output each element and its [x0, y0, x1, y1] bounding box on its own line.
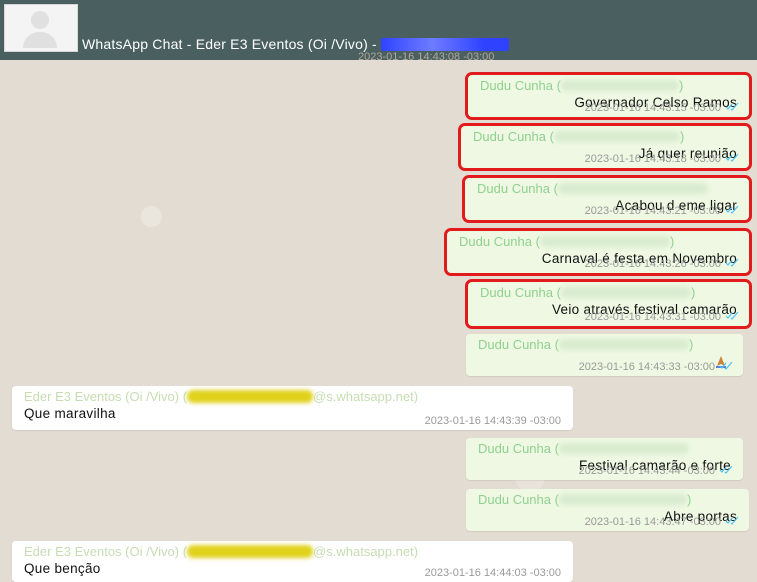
- chat-title: WhatsApp Chat - Eder E3 Eventos (Oi /Viv…: [82, 36, 509, 52]
- avatar-body: [23, 32, 57, 48]
- outgoing-message[interactable]: Dudu Cunha ( Acabou d eme ligar 2023-01-…: [462, 175, 752, 223]
- read-receipt-icon: [725, 312, 739, 320]
- incoming-message[interactable]: Eder E3 Eventos (Oi /Vivo) (@s.whatsapp.…: [12, 386, 573, 430]
- message-time: 2023-01-16 14:43:31 -03:00: [584, 311, 721, 323]
- redacted-phone-number: [380, 38, 509, 51]
- message-time: 2023-01-16 14:43:33 -03:00: [578, 361, 715, 373]
- read-receipt-icon: [719, 362, 733, 370]
- message-sender: Dudu Cunha (): [459, 234, 675, 249]
- message-text: Que benção: [24, 561, 101, 576]
- outgoing-message[interactable]: Dudu Cunha () Já quer reunião 2023-01-16…: [458, 123, 752, 171]
- contact-avatar[interactable]: [4, 4, 78, 52]
- message-timestamp: 2023-01-16 14:43:08 -03:00: [358, 51, 495, 63]
- chat-title-text: WhatsApp Chat - Eder E3 Eventos (Oi /Viv…: [82, 36, 377, 52]
- outgoing-message[interactable]: Dudu Cunha ( Festival camarão e forte 20…: [466, 438, 743, 480]
- message-time: 2023-01-16 14:43:44 -03:00: [578, 465, 715, 477]
- message-sender: Dudu Cunha (): [478, 337, 694, 352]
- message-sender: Dudu Cunha (): [480, 285, 696, 300]
- incoming-message[interactable]: Eder E3 Eventos (Oi /Vivo) (@s.whatsapp.…: [12, 541, 573, 582]
- message-time: 2023-01-16 14:43:18 -03:00: [584, 153, 721, 165]
- read-receipt-icon: [725, 154, 739, 162]
- message-text: Que maravilha: [24, 406, 116, 421]
- chat-area[interactable]: 2023-01-16 14:43:08 -03:00 Dudu Cunha ()…: [0, 51, 757, 582]
- message-sender: Eder E3 Eventos (Oi /Vivo) (@s.whatsapp.…: [24, 389, 419, 404]
- message-time: 2023-01-16 14:43:26 -03:00: [584, 258, 721, 270]
- message-time: 2023-01-16 14:43:39 -03:00: [424, 415, 561, 427]
- outgoing-message[interactable]: Dudu Cunha () Carnaval é festa em Novemb…: [444, 228, 752, 276]
- message-sender: Dudu Cunha (): [480, 78, 684, 93]
- read-receipt-icon: [725, 517, 739, 525]
- outgoing-message[interactable]: Dudu Cunha () Abre portas 2023-01-16 14:…: [466, 489, 749, 531]
- outgoing-message[interactable]: Dudu Cunha () Governador Celso Ramos 202…: [465, 72, 752, 120]
- read-receipt-icon: [725, 259, 739, 267]
- read-receipt-icon: [719, 466, 733, 474]
- outgoing-message[interactable]: Dudu Cunha () Veio através festival cama…: [465, 279, 752, 329]
- message-time: 2023-01-16 14:43:21 -03:00: [584, 205, 721, 217]
- read-receipt-icon: [725, 206, 739, 214]
- message-sender: Dudu Cunha (: [477, 181, 708, 196]
- message-time: 2023-01-16 14:43:15 -03:00: [584, 102, 721, 114]
- outgoing-message[interactable]: Dudu Cunha () 2023-01-16 14:43:33 -03:00: [466, 334, 743, 376]
- message-time: 2023-01-16 14:44:03 -03:00: [424, 567, 561, 579]
- message-sender: Dudu Cunha (): [478, 492, 692, 507]
- message-time: 2023-01-16 14:43:47 -03:00: [584, 516, 721, 528]
- message-sender: Eder E3 Eventos (Oi /Vivo) (@s.whatsapp.…: [24, 544, 419, 559]
- avatar-head: [31, 11, 49, 29]
- message-sender: Dudu Cunha (: [478, 441, 689, 456]
- message-sender: Dudu Cunha (): [473, 129, 685, 144]
- read-receipt-icon: [725, 103, 739, 111]
